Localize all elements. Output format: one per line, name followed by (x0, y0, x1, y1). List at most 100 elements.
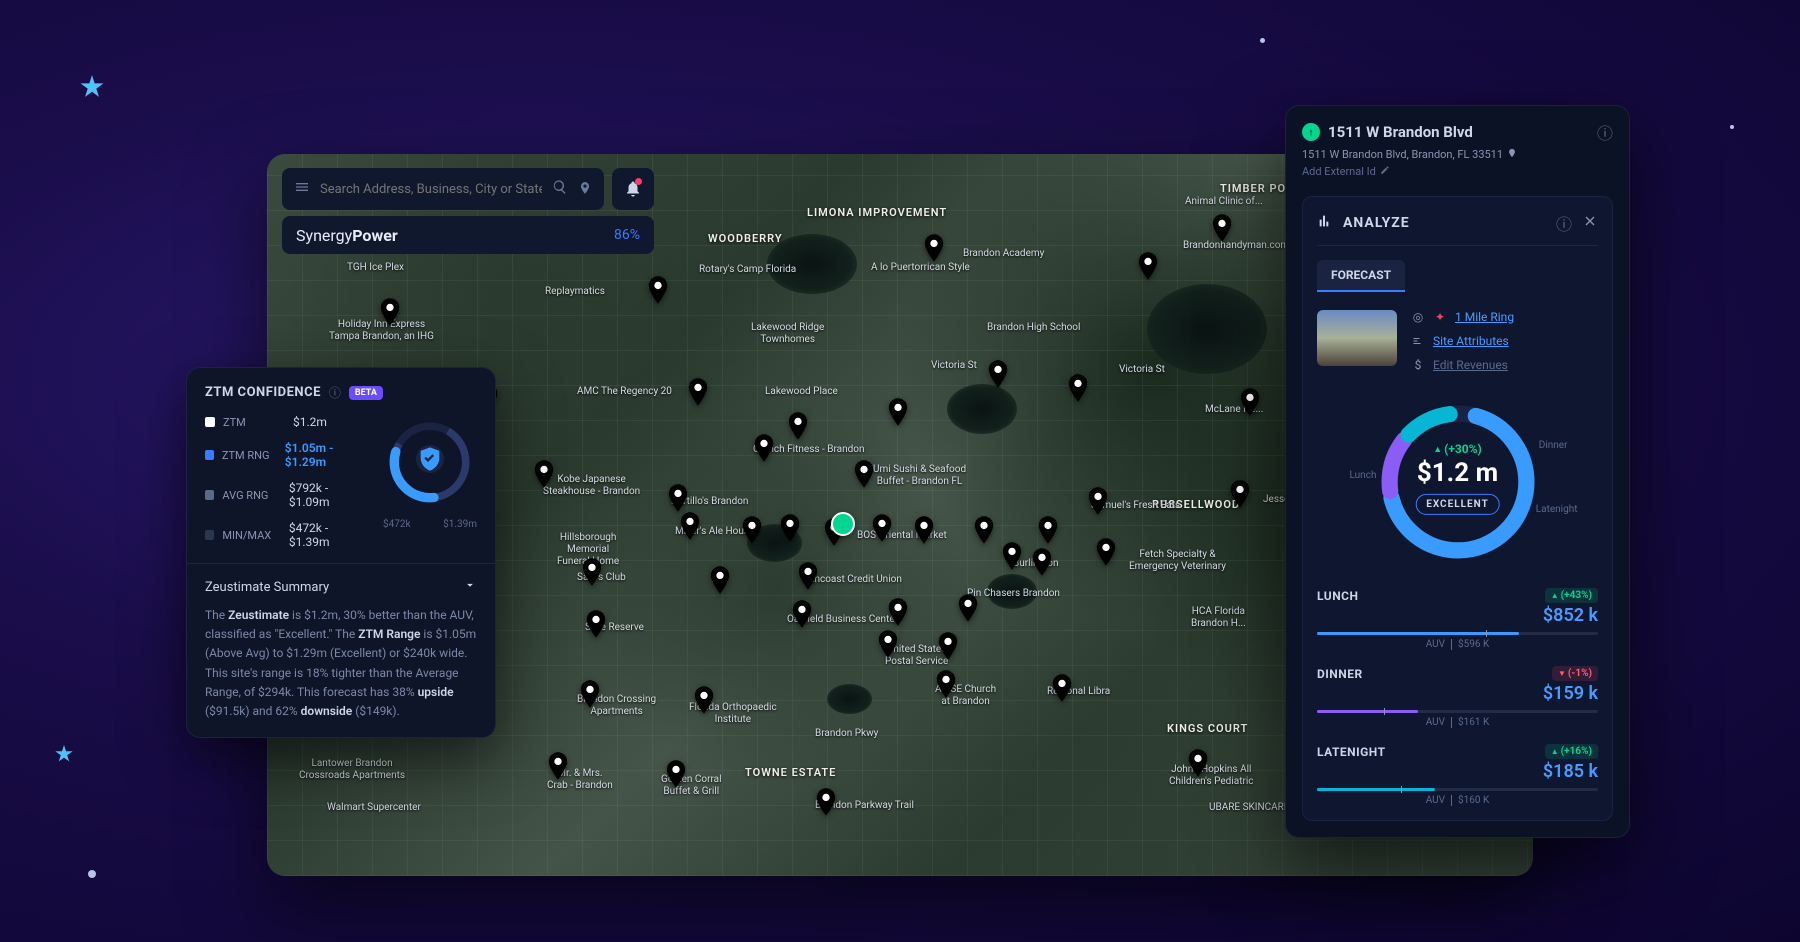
poi-label: Brandon Pkwy (815, 728, 878, 740)
map-pin[interactable] (1187, 749, 1209, 777)
poi-label: Brandon High School (987, 322, 1080, 334)
location-pin-icon[interactable] (1507, 148, 1517, 161)
brand-percent: 86% (614, 227, 640, 243)
map-pin[interactable] (753, 434, 775, 462)
poi-label: A lo Puertorrican Style (871, 262, 970, 274)
map-pin[interactable] (379, 298, 401, 326)
map-pin[interactable] (871, 514, 893, 542)
ztm-row: AVG RNG$792k - $1.09m (205, 481, 367, 509)
selected-site-pin[interactable] (831, 512, 855, 536)
segment-bar (1317, 632, 1598, 635)
map-pin[interactable] (791, 600, 813, 628)
sliders-icon (1411, 335, 1425, 347)
map-pin[interactable] (853, 460, 875, 488)
tab-forecast[interactable]: FORECAST (1317, 260, 1405, 292)
map-pin[interactable] (987, 360, 1009, 388)
puzzle-icon: ✦ (1433, 310, 1447, 324)
map-pin[interactable] (585, 610, 607, 638)
map-pin[interactable] (923, 234, 945, 262)
gauge-tick-high: $1.39m (443, 519, 477, 530)
map-pin[interactable] (1095, 538, 1117, 566)
map-pin[interactable] (647, 276, 669, 304)
notifications-button[interactable] (612, 168, 654, 210)
map-pin[interactable] (687, 378, 709, 406)
notification-dot-icon (635, 178, 642, 185)
map-pin[interactable] (815, 788, 837, 816)
edit-icon[interactable] (1380, 165, 1390, 178)
ztm-row-label: MIN/MAX (222, 529, 280, 542)
help-icon[interactable]: ⓘ (1556, 211, 1572, 235)
map-pin[interactable] (1037, 516, 1059, 544)
neighborhood-label: TOWNE ESTATE (745, 766, 836, 779)
site-attributes-link[interactable]: Site Attributes (1433, 334, 1509, 348)
map-pin[interactable] (1211, 214, 1233, 242)
poi-label: Victoria St (1119, 364, 1165, 376)
help-icon[interactable]: ⓘ (1597, 120, 1613, 144)
poi-label: Animal Clinic of... (1185, 196, 1263, 208)
map-pin[interactable] (957, 594, 979, 622)
segment-lunch: LUNCH(+43%)$852 kAUV$596 K (1317, 588, 1598, 650)
segment-name: LATENIGHT (1317, 745, 1386, 759)
map-pin[interactable] (935, 670, 957, 698)
summary-header[interactable]: Zeustimate Summary (205, 578, 477, 596)
map-pin[interactable] (1229, 480, 1251, 508)
map-pin[interactable] (1137, 252, 1159, 280)
map-pin[interactable] (579, 680, 601, 708)
streetview-thumbnail[interactable] (1317, 310, 1397, 366)
ztm-row-label: ZTM RNG (222, 449, 277, 462)
map-pin[interactable] (665, 760, 687, 788)
map-pin[interactable] (679, 512, 701, 540)
segment-bar (1317, 710, 1598, 713)
add-external-id[interactable]: Add External Id (1302, 165, 1376, 178)
segment-change: (+43%) (1545, 588, 1598, 603)
location-pin-icon[interactable] (578, 180, 592, 199)
map-pin[interactable] (741, 516, 763, 544)
search-input[interactable] (320, 182, 542, 197)
close-icon[interactable] (1582, 213, 1598, 233)
segment-auv-label: AUV (1426, 717, 1452, 728)
map-pin[interactable] (1239, 388, 1261, 416)
address-full: 1511 W Brandon Blvd, Brandon, FL 33511 (1302, 148, 1503, 161)
bars-icon (1317, 213, 1333, 233)
ring-link[interactable]: 1 Mile Ring (1455, 310, 1514, 324)
map-pin[interactable] (693, 686, 715, 714)
map-pin[interactable] (533, 460, 555, 488)
map-pin[interactable] (667, 484, 689, 512)
map-pin[interactable] (1067, 374, 1089, 402)
map-pin[interactable] (1087, 487, 1109, 515)
map-pin[interactable] (709, 566, 731, 594)
segment-change: (+16%) (1545, 744, 1598, 759)
poi-label: Pin Chasers Brandon (967, 588, 1060, 600)
ztm-row-value: $472k - $1.39m (289, 521, 367, 549)
edit-revenues-link[interactable]: Edit Revenues (1433, 358, 1508, 372)
map-pin[interactable] (887, 398, 909, 426)
ztm-title: ZTM CONFIDENCE (205, 385, 321, 400)
ztm-row-value: $1.2m (293, 415, 327, 429)
map-pin[interactable] (1051, 674, 1073, 702)
ztm-confidence-panel: ZTM CONFIDENCE ⓘ BETA ZTM$1.2mZTM RNG$1.… (186, 367, 496, 738)
summary-text: The Zeustimate is $1.2m, 30% better than… (205, 606, 477, 721)
search-icon[interactable] (552, 179, 568, 199)
help-icon[interactable]: ⓘ (329, 384, 341, 401)
poi-label: TGH Ice Plex (347, 262, 404, 274)
map-pin[interactable] (973, 516, 995, 544)
segment-auv-value: $160 K (1458, 795, 1489, 806)
map-pin[interactable] (787, 412, 809, 440)
menu-icon[interactable] (294, 179, 310, 199)
shield-icon (416, 445, 444, 473)
ztm-row-value: $1.05m - $1.29m (285, 441, 367, 469)
map-pin[interactable] (581, 558, 603, 586)
map-pin[interactable] (887, 598, 909, 626)
chevron-down-icon[interactable] (463, 578, 477, 596)
search-bar[interactable] (282, 168, 604, 210)
map-pin[interactable] (913, 516, 935, 544)
map-pin[interactable] (1031, 548, 1053, 576)
poi-label: Brandon Academy (963, 248, 1044, 260)
map-pin[interactable] (547, 752, 569, 780)
map-pin[interactable] (779, 514, 801, 542)
map-pin[interactable] (877, 630, 899, 658)
map-pin[interactable] (937, 632, 959, 660)
map-pin[interactable] (797, 562, 819, 590)
map-pin[interactable] (1001, 542, 1023, 570)
swatch-icon (205, 450, 214, 460)
